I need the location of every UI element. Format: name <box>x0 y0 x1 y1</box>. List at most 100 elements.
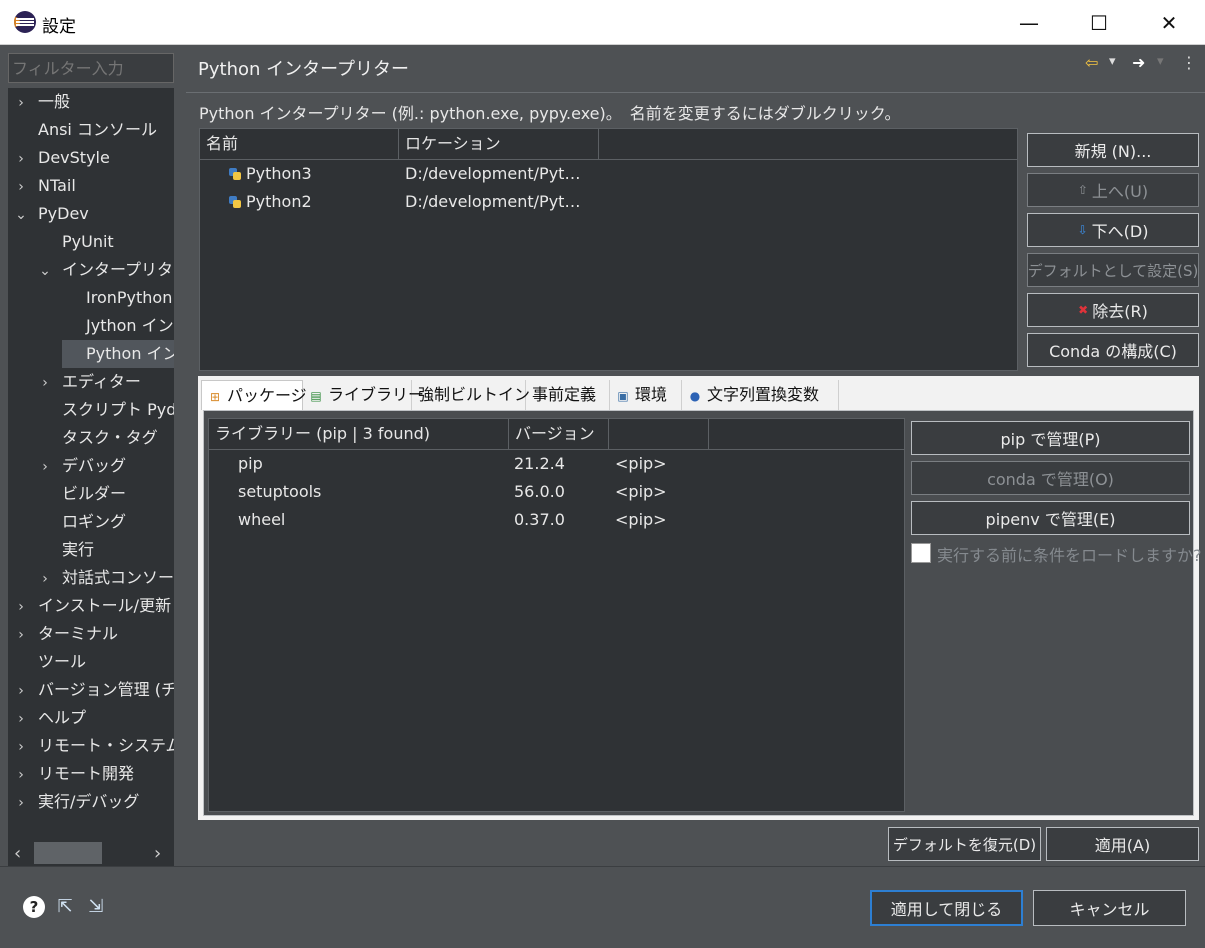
tab-forced-builtins[interactable]: 強制ビルトイン <box>412 380 530 410</box>
tree-item[interactable]: ツール <box>14 648 86 676</box>
tree-item[interactable]: › リモート・システム <box>14 732 174 760</box>
tab-string-substitution[interactable]: ● 文字列置換変数 <box>682 380 839 410</box>
pipenv-manage-button[interactable]: pipenv で管理(E) <box>911 501 1190 535</box>
tree-item[interactable]: › DevStyle <box>14 144 110 172</box>
tree-item-label: ターミナル <box>38 624 119 643</box>
tree-item[interactable]: › 一般 <box>14 88 70 116</box>
chevron-right-icon[interactable]: › <box>14 733 28 761</box>
tab-packages[interactable]: ⊞ パッケージ <box>201 380 307 410</box>
help-icon[interactable]: ? <box>23 896 45 918</box>
minimize-icon[interactable]: — <box>994 0 1064 45</box>
package-version: 0.37.0 <box>514 510 565 529</box>
tree-item[interactable]: ビルダー <box>38 480 126 508</box>
view-menu-icon[interactable]: ⋮ <box>1181 53 1197 72</box>
table-row[interactable]: wheel 0.37.0 <pip> <box>209 506 904 534</box>
tree-item[interactable]: Python インタ <box>62 340 174 368</box>
column-header-empty <box>609 419 709 449</box>
tree-item[interactable]: Jython インタ <box>62 312 174 340</box>
back-icon[interactable]: ⇦ <box>1085 53 1098 72</box>
tree-item[interactable]: ロギング <box>38 508 126 536</box>
description-text: Python インタープリター (例.: python.exe, pypy.ex… <box>199 104 901 123</box>
tab-predefined[interactable]: 事前定義 <box>526 380 610 410</box>
conda-config-button[interactable]: Conda の構成(C) <box>1027 333 1199 367</box>
chevron-right-icon[interactable]: › <box>14 789 28 817</box>
table-row[interactable]: setuptools 56.0.0 <pip> <box>209 478 904 506</box>
tab-environment[interactable]: ▣ 環境 <box>610 380 682 410</box>
tree-item[interactable]: › デバッグ <box>38 452 126 480</box>
package-source: <pip> <box>615 482 667 501</box>
restore-defaults-button[interactable]: デフォルトを復元(D) <box>888 827 1041 861</box>
pip-manage-button[interactable]: pip で管理(P) <box>911 421 1190 455</box>
tree-item[interactable]: › ターミナル <box>14 620 118 648</box>
interpreter-location: D:/development/Python2/python.exe <box>405 192 590 211</box>
forward-icon[interactable]: ➜ <box>1132 53 1145 72</box>
chevron-right-icon[interactable]: › <box>14 593 28 621</box>
apply-button[interactable]: 適用(A) <box>1046 827 1199 861</box>
tree-item-label: Ansi コンソール <box>38 120 157 139</box>
tree-item[interactable]: › インストール/更新 <box>14 592 171 620</box>
back-menu-icon[interactable]: ▾ <box>1109 54 1116 69</box>
cancel-button[interactable]: キャンセル <box>1033 890 1186 926</box>
conda-manage-button[interactable]: conda で管理(O) <box>911 461 1190 495</box>
tree-item-label: 一般 <box>38 92 71 111</box>
chevron-right-icon[interactable]: › <box>14 145 28 173</box>
tree-item[interactable]: › バージョン管理 (チーム) <box>14 676 174 704</box>
tree-item[interactable]: スクリプト Pydev <box>38 396 174 424</box>
package-source: <pip> <box>615 510 667 529</box>
table-row[interactable]: Python2 D:/development/Python2/python.ex… <box>200 188 1017 216</box>
window-title: 設定 <box>42 17 76 36</box>
tree-item[interactable]: タスク・タグ <box>38 424 158 452</box>
chevron-right-icon[interactable]: › <box>14 621 28 649</box>
move-up-button[interactable]: ⇧ 上へ(U) <box>1027 173 1199 207</box>
remove-button[interactable]: ✖ 除去(R) <box>1027 293 1199 327</box>
chevron-right-icon[interactable]: › <box>38 453 52 481</box>
scroll-right-icon[interactable]: › <box>154 843 161 864</box>
apply-and-close-button[interactable]: 適用して閉じる <box>870 890 1023 926</box>
export-icon[interactable]: ⇲ <box>85 896 107 918</box>
tab-libraries[interactable]: ▤ ライブラリー <box>303 380 424 410</box>
tree-item-label: リモート・システム <box>38 736 174 755</box>
table-row[interactable]: Python3 D:/development/Python3/python.ex… <box>200 160 1017 188</box>
table-row[interactable]: pip 21.2.4 <pip> <box>209 450 904 478</box>
set-default-button[interactable]: デフォルトとして設定(S) <box>1027 253 1199 287</box>
tree-item[interactable]: ⌄ PyDev <box>14 200 89 228</box>
load-conditions-checkbox[interactable] <box>911 543 931 563</box>
scrollbar-thumb[interactable] <box>34 842 102 864</box>
new-interpreter-button[interactable]: 新規 (N)... <box>1027 133 1199 167</box>
column-header-version[interactable]: バージョン <box>509 419 609 449</box>
move-down-button[interactable]: ⇩ 下へ(D) <box>1027 213 1199 247</box>
tree-item[interactable]: IronPython <box>62 284 172 312</box>
chevron-right-icon[interactable]: › <box>14 89 28 117</box>
filter-input[interactable] <box>8 53 174 83</box>
column-header-name[interactable]: 名前 <box>200 129 399 159</box>
chevron-right-icon[interactable]: › <box>14 761 28 789</box>
tree-item[interactable]: › ヘルプ <box>14 704 86 732</box>
tree-item[interactable]: ⌄ インタープリター <box>38 256 174 284</box>
chevron-down-icon[interactable]: ⌄ <box>38 257 52 285</box>
scroll-left-icon[interactable]: ‹ <box>14 843 21 864</box>
chevron-right-icon[interactable]: › <box>14 677 28 705</box>
chevron-right-icon[interactable]: › <box>38 565 52 593</box>
tree-item[interactable]: Ansi コンソール <box>14 116 157 144</box>
tree-item[interactable]: › 実行/デバッグ <box>14 788 139 816</box>
column-header-library[interactable]: ライブラリー (pip | 3 found) <box>209 419 509 449</box>
arrow-up-icon: ⇧ <box>1077 183 1088 197</box>
tree-item-label: タスク・タグ <box>62 428 158 447</box>
chevron-right-icon[interactable]: › <box>38 369 52 397</box>
close-icon[interactable]: ✕ <box>1134 0 1204 45</box>
page-title: Python インタープリター <box>198 59 410 80</box>
forward-menu-icon[interactable]: ▾ <box>1157 54 1164 69</box>
tree-item[interactable]: › エディター <box>38 368 141 396</box>
import-icon[interactable]: ⇱ <box>54 896 76 918</box>
tree-item[interactable]: › リモート開発 <box>14 760 134 788</box>
tree-item[interactable]: PyUnit <box>38 228 114 256</box>
tree-item[interactable]: 実行 <box>38 536 94 564</box>
tree-item[interactable]: › NTail <box>14 172 76 200</box>
chevron-right-icon[interactable]: › <box>14 705 28 733</box>
maximize-icon[interactable]: ☐ <box>1064 0 1134 45</box>
chevron-right-icon[interactable]: › <box>14 173 28 201</box>
tree-item[interactable]: › 対話式コンソール <box>38 564 174 592</box>
chevron-down-icon[interactable]: ⌄ <box>14 201 28 229</box>
arrow-down-icon: ⇩ <box>1077 223 1088 237</box>
column-header-location[interactable]: ロケーション <box>399 129 599 159</box>
